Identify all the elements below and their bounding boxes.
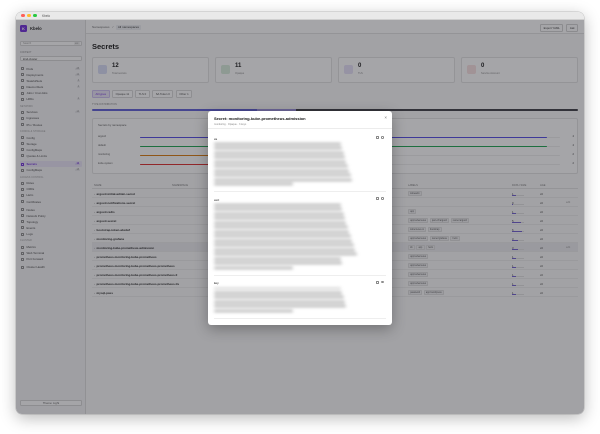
modal-subtitle: monitoring · Opaque · 3 keys [214,122,247,126]
redacted-line [214,204,341,206]
redacted-line [214,244,354,247]
redacted-line [214,257,341,260]
secret-value-redacted [214,143,358,188]
secret-entry-ca: ca [214,133,386,192]
entry-tools [375,136,384,139]
redacted-line [214,151,344,154]
secret-detail-modal: Secret: monitoring-kube-prometheus-admis… [208,111,392,325]
redacted-line [214,217,346,220]
secret-value-redacted [214,204,358,271]
redacted-line [214,143,341,145]
secret-key: key [214,281,219,285]
secret-value-redacted [214,287,358,315]
entry-tools [375,280,384,284]
redacted-line [214,248,356,251]
entry-tools [375,197,384,200]
redacted-line [214,300,346,303]
minimize-window-button[interactable] [27,13,31,18]
redacted-line [214,174,351,177]
redacted-line [214,169,350,172]
window-title: Kbelo [41,13,51,18]
copy-icon[interactable] [375,197,379,200]
redacted-line [214,183,294,186]
redacted-line [214,253,357,256]
redacted-line [214,296,344,299]
redacted-line [214,287,341,290]
redacted-line [214,221,347,224]
redacted-line [214,178,353,181]
redacted-line [214,156,346,159]
secret-entry-key: key [214,278,386,319]
eye-icon[interactable] [380,136,384,139]
redacted-line [214,266,294,269]
eye-icon[interactable] [380,197,384,200]
redacted-line [214,262,343,265]
redacted-line [214,212,344,215]
secret-key: ca [214,136,218,141]
redacted-line [214,165,348,168]
close-window-button[interactable] [21,13,25,18]
eye-icon[interactable] [380,280,384,284]
redacted-line [214,160,347,163]
redacted-line [214,147,343,150]
redacted-line [214,309,294,312]
modal-divider [208,128,392,129]
redacted-line [214,239,353,242]
secret-key: cert [214,197,220,202]
secret-entry-cert: cert [214,194,386,276]
redacted-line [214,208,343,211]
redacted-line [214,305,347,308]
close-icon[interactable]: × [384,115,387,121]
redacted-line [214,235,351,238]
zoom-window-button[interactable] [33,13,37,18]
app-window: Kbelo K Kbelo Search ⌘K CONTEXT kind-clu… [16,12,584,414]
redacted-line [214,230,350,233]
copy-icon[interactable] [375,136,379,139]
redacted-line [214,291,343,294]
redacted-line [214,226,348,229]
title-bar: Kbelo [16,12,584,20]
modal-title: Secret: monitoring-kube-prometheus-admis… [214,116,306,121]
copy-icon[interactable] [375,280,379,284]
